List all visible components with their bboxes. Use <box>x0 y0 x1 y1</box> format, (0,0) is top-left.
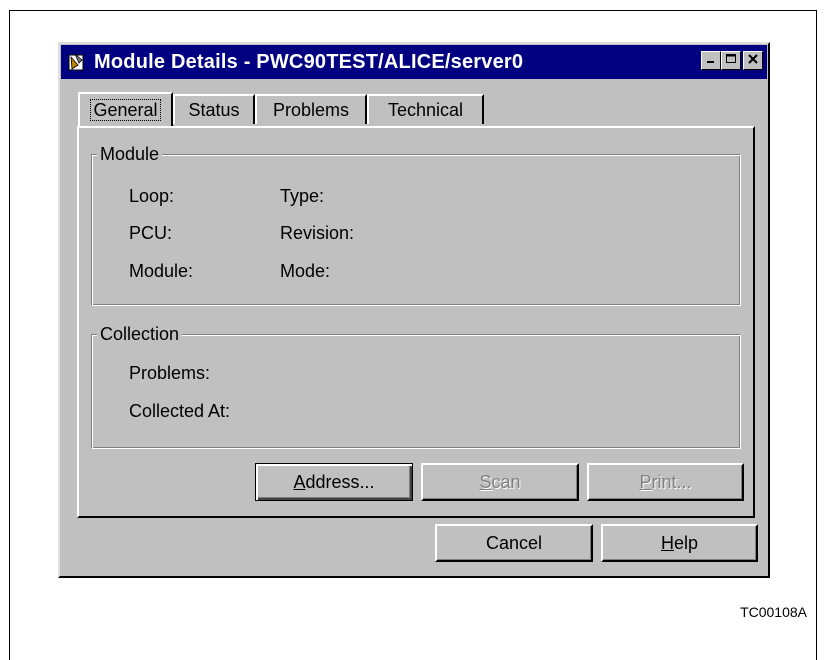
close-button[interactable] <box>743 51 763 70</box>
scan-button-label: Scan <box>479 472 520 493</box>
minimize-icon <box>705 52 717 70</box>
window-title: Module Details - PWC90TEST/ALICE/server0 <box>94 50 524 73</box>
title-bar[interactable]: Module Details - PWC90TEST/ALICE/server0 <box>61 45 767 79</box>
help-mnemonic: H <box>660 532 674 553</box>
module-details-window: Module Details - PWC90TEST/ALICE/server0… <box>58 42 770 578</box>
scan-mnemonic: S <box>479 471 492 492</box>
maximize-button[interactable] <box>721 51 741 70</box>
print-button[interactable]: Print... <box>587 463 744 501</box>
tab-problems[interactable]: Problems <box>255 94 367 124</box>
tab-label: Problems <box>272 99 350 120</box>
help-label-rest: elp <box>673 532 699 553</box>
tab-label: Status <box>188 99 240 120</box>
address-mnemonic: A <box>293 471 306 492</box>
loop-label: Loop: <box>129 186 175 206</box>
tab-label: Technical <box>387 99 464 120</box>
figure-caption: TC00108A <box>740 604 807 620</box>
cancel-label: Cancel <box>485 532 543 553</box>
module-group: Module Loop: Type: PCU: Revision: Module… <box>91 143 741 306</box>
address-button[interactable]: Address... <box>255 463 413 501</box>
scan-label-rest: can <box>491 471 521 492</box>
tab-status[interactable]: Status <box>173 94 255 124</box>
minimize-button[interactable] <box>701 51 721 70</box>
tab-general[interactable]: General <box>78 92 173 126</box>
tab-panel-general: Module Loop: Type: PCU: Revision: Module… <box>77 126 755 518</box>
help-button-label: Help <box>661 533 698 554</box>
pcu-label: PCU: <box>129 223 173 243</box>
collection-group: Collection Problems: Collected At: <box>91 323 741 449</box>
mode-label: Mode: <box>280 261 331 281</box>
tab-technical[interactable]: Technical <box>367 94 484 124</box>
print-button-label: Print... <box>639 472 691 493</box>
type-label: Type: <box>280 186 325 206</box>
address-label-rest: ddress... <box>305 471 375 492</box>
app-icon <box>66 51 88 73</box>
cancel-button[interactable]: Cancel <box>435 524 593 562</box>
help-button[interactable]: Help <box>601 524 758 562</box>
collected-at-label: Collected At: <box>129 401 231 421</box>
module-label: Module: <box>129 261 194 281</box>
revision-label: Revision: <box>280 223 355 243</box>
collection-group-legend: Collection <box>97 323 183 345</box>
print-mnemonic: P <box>639 471 652 492</box>
problems-label: Problems: <box>129 363 211 383</box>
maximize-icon <box>725 52 737 70</box>
close-icon <box>747 52 759 70</box>
tab-label: General <box>90 99 161 121</box>
address-button-label: Address... <box>293 472 374 493</box>
module-group-legend: Module <box>97 143 163 165</box>
print-label-rest: rint... <box>651 471 692 492</box>
scan-button[interactable]: Scan <box>421 463 579 501</box>
